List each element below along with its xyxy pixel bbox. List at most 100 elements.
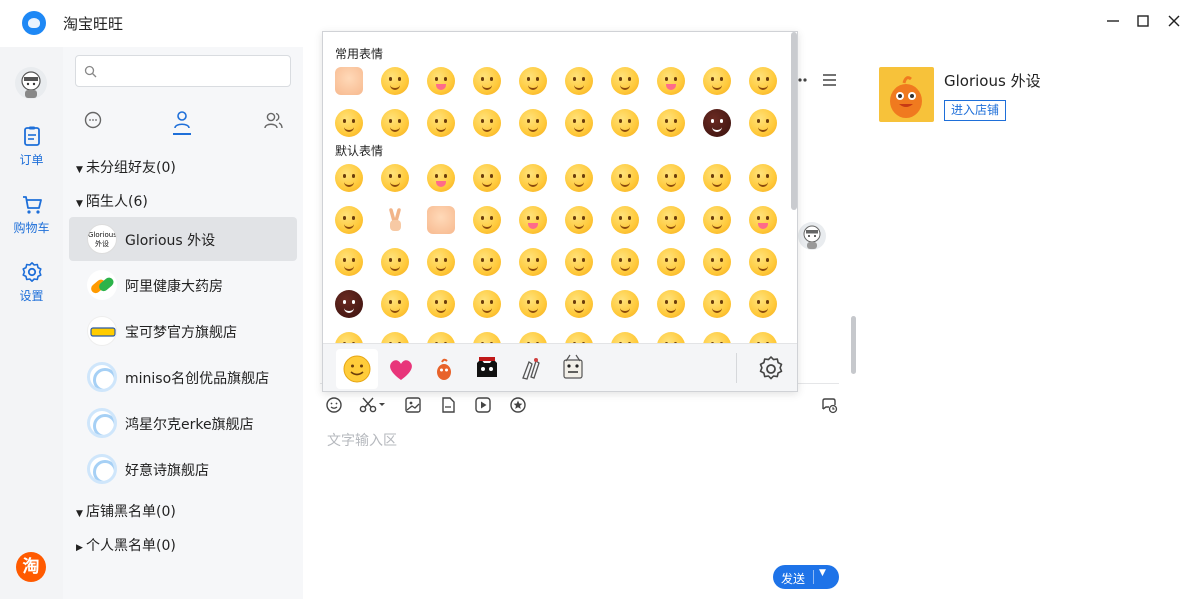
emoji[interactable] (473, 332, 501, 343)
emoji[interactable] (519, 332, 547, 343)
victory-hand-emoji[interactable] (381, 206, 409, 234)
emoji[interactable] (473, 290, 501, 318)
emoji[interactable] (703, 290, 731, 318)
smiley-tab[interactable] (336, 349, 378, 389)
emoji[interactable] (519, 109, 547, 137)
contact-item[interactable]: Glorious 外设 Glorious 外设 (69, 217, 297, 261)
emoji[interactable] (565, 67, 593, 95)
emoji[interactable] (519, 290, 547, 318)
enter-shop-button[interactable]: 进入店铺 (944, 100, 1007, 121)
thumbs-up-emoji[interactable] (335, 67, 363, 95)
emoji[interactable] (519, 67, 547, 95)
emoji[interactable] (565, 206, 593, 234)
star-icon[interactable] (509, 396, 527, 414)
emoji[interactable] (565, 248, 593, 276)
emoji[interactable] (335, 206, 363, 234)
emoji[interactable] (565, 164, 593, 192)
emoji[interactable] (611, 164, 639, 192)
chat-bubble-icon[interactable] (82, 109, 104, 131)
mascot-tab[interactable] (423, 349, 465, 389)
image-icon[interactable] (404, 396, 422, 414)
emoji[interactable] (657, 109, 685, 137)
sticker-tab[interactable] (509, 349, 551, 389)
close-button[interactable] (1164, 13, 1184, 33)
emoji[interactable] (703, 67, 731, 95)
user-avatar[interactable] (15, 67, 47, 99)
emoji[interactable] (703, 109, 731, 137)
emoji[interactable] (657, 290, 685, 318)
emoji[interactable] (473, 67, 501, 95)
emoji[interactable] (519, 248, 547, 276)
emoji[interactable] (703, 248, 731, 276)
emoji[interactable] (381, 109, 409, 137)
contact-item[interactable]: 阿里健康大药房 (69, 263, 297, 307)
taobao-button[interactable]: 淘 (16, 552, 46, 582)
minimize-button[interactable] (1103, 13, 1123, 33)
emoji[interactable] (611, 290, 639, 318)
emoji[interactable] (427, 332, 455, 343)
emoji[interactable] (749, 67, 777, 95)
emoji[interactable] (427, 164, 455, 192)
emoji[interactable] (657, 248, 685, 276)
emoji-scrollbar[interactable] (791, 32, 797, 210)
nav-cart[interactable]: 购物车 (0, 193, 63, 236)
emoji[interactable] (565, 332, 593, 343)
emoji[interactable] (749, 164, 777, 192)
emoji[interactable] (611, 109, 639, 137)
nav-orders[interactable]: 订单 (0, 125, 63, 168)
contact-item[interactable]: 鸿星尔克erke旗舰店 (69, 401, 297, 445)
scissors-icon[interactable] (359, 396, 387, 414)
search-input[interactable] (75, 55, 291, 87)
emoji[interactable] (657, 332, 685, 343)
sticker2-tab[interactable] (552, 349, 594, 389)
emoji[interactable] (473, 206, 501, 234)
emoji[interactable] (703, 206, 731, 234)
emoji-settings-button[interactable] (750, 349, 792, 389)
emoji[interactable] (335, 332, 363, 343)
emoji[interactable] (749, 290, 777, 318)
chat-history-icon[interactable] (820, 396, 838, 414)
group-icon[interactable] (262, 109, 284, 131)
emoji[interactable] (611, 248, 639, 276)
maximize-button[interactable] (1133, 13, 1153, 33)
group-ungrouped[interactable]: ▼ 未分组好友(0) (76, 157, 176, 177)
chevron-down-icon[interactable]: ▼ (819, 568, 826, 578)
emoji[interactable] (565, 109, 593, 137)
nav-settings[interactable]: 设置 (0, 261, 63, 304)
emoji[interactable] (335, 164, 363, 192)
emoji[interactable] (473, 164, 501, 192)
emoji[interactable] (473, 248, 501, 276)
emoji[interactable] (611, 67, 639, 95)
thumbs-up-emoji[interactable] (427, 206, 455, 234)
send-button[interactable]: 发送 ▼ (773, 565, 839, 589)
group-personal-blacklist[interactable]: ▶ 个人黑名单(0) (76, 535, 176, 555)
cat-tab[interactable] (466, 349, 508, 389)
emoji[interactable] (657, 206, 685, 234)
emoji[interactable] (381, 248, 409, 276)
contact-item[interactable]: miniso名创优品旗舰店 (69, 355, 297, 399)
emoji[interactable] (703, 164, 731, 192)
heart-eyes-emoji[interactable] (427, 67, 455, 95)
emoji[interactable] (703, 332, 731, 343)
contact-person-icon[interactable] (171, 109, 193, 131)
emoji[interactable] (565, 290, 593, 318)
emoji[interactable] (473, 109, 501, 137)
emoji[interactable] (427, 290, 455, 318)
emoji[interactable] (381, 332, 409, 343)
emoji-icon[interactable] (325, 396, 343, 414)
chat-scrollbar[interactable] (851, 316, 856, 374)
contact-item[interactable]: 好意诗旗舰店 (69, 447, 297, 491)
video-icon[interactable] (474, 396, 492, 414)
group-strangers[interactable]: ▼ 陌生人(6) (76, 191, 148, 211)
emoji[interactable] (657, 164, 685, 192)
group-shop-blacklist[interactable]: ▼ 店铺黑名单(0) (76, 501, 176, 521)
contact-item[interactable]: 宝可梦官方旗舰店 (69, 309, 297, 353)
emoji[interactable] (335, 248, 363, 276)
emoji[interactable] (611, 206, 639, 234)
emoji[interactable] (749, 109, 777, 137)
emoji[interactable] (749, 248, 777, 276)
emoji[interactable] (381, 67, 409, 95)
emoji[interactable] (381, 164, 409, 192)
heart-tab[interactable] (380, 349, 422, 389)
emoji[interactable] (381, 290, 409, 318)
